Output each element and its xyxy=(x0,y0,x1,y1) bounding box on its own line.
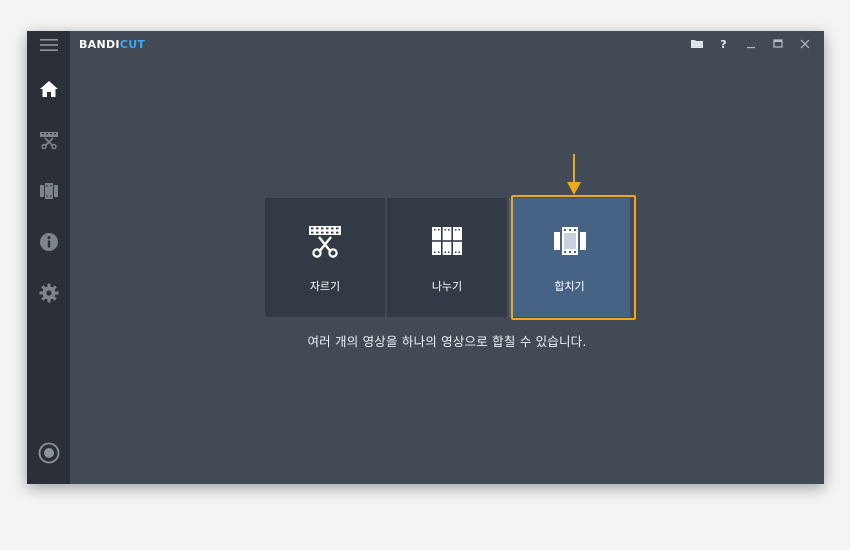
join-icon xyxy=(553,227,586,255)
split-mode-label: 나누기 xyxy=(431,280,463,293)
hamburger-menu-icon[interactable] xyxy=(27,31,70,65)
split-mode-tile[interactable]: 나누기 xyxy=(387,198,507,317)
app-window: BANDICUT ? 자르기 나누기 합치기 여러 개의 영상을 하나의 영상으… xyxy=(27,31,824,484)
maximize-icon[interactable] xyxy=(764,35,791,53)
gear-icon[interactable] xyxy=(27,273,70,313)
home-icon[interactable] xyxy=(27,69,70,109)
cut-icon xyxy=(309,226,341,258)
join-mode-tile[interactable]: 합치기 xyxy=(509,198,630,317)
help-button[interactable]: ? xyxy=(710,35,737,53)
record-icon[interactable] xyxy=(27,433,70,473)
sidebar xyxy=(27,31,70,484)
film-scissors-icon[interactable] xyxy=(27,120,70,160)
cut-mode-label: 자르기 xyxy=(309,280,341,293)
info-icon[interactable] xyxy=(27,222,70,262)
join-mode-label: 합치기 xyxy=(554,280,585,293)
film-join-icon[interactable] xyxy=(27,171,70,211)
folder-icon[interactable] xyxy=(683,35,710,53)
mode-description: 여러 개의 영상을 하나의 영상으로 합칠 수 있습니다. xyxy=(307,334,587,349)
cut-mode-tile[interactable]: 자르기 xyxy=(265,198,385,317)
split-icon xyxy=(432,227,462,255)
title-bar: BANDICUT ? xyxy=(70,31,824,59)
app-logo: BANDICUT xyxy=(79,38,146,51)
close-icon[interactable] xyxy=(791,35,818,53)
pointer-arrow-icon xyxy=(567,154,581,195)
window-controls: ? xyxy=(683,35,818,53)
minimize-icon[interactable] xyxy=(737,35,764,53)
mode-tiles: 자르기 나누기 합치기 xyxy=(265,198,630,317)
